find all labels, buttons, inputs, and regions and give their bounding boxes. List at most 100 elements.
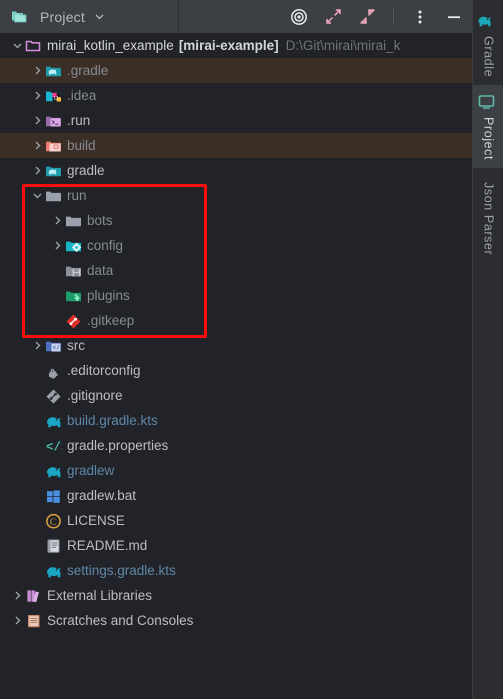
tree-item-label: gradlew.bat	[67, 488, 137, 503]
tree-item-label: bots	[87, 213, 113, 228]
git-file-grey-icon	[44, 383, 62, 408]
collapsed-arrow-icon[interactable]	[30, 133, 44, 158]
project-folder-icon	[24, 33, 42, 58]
tree-row-project-root[interactable]: mirai_kotlin_example [mirai-example] D:\…	[0, 33, 472, 58]
expand-all-icon[interactable]	[323, 7, 343, 27]
stripe-tab-json-parser[interactable]: Json Parser	[473, 168, 503, 263]
tree-row-src[interactable]: </> src	[0, 333, 472, 358]
collapsed-arrow-icon[interactable]	[30, 158, 44, 183]
tree-item-label: .gradle	[67, 63, 109, 78]
tree-item-label: README.md	[67, 538, 148, 553]
tree-row-gradle[interactable]: .gradle	[0, 58, 472, 83]
folder-source-icon: </>	[44, 333, 62, 358]
project-tree[interactable]: mirai_kotlin_example [mirai-example] D:\…	[0, 33, 472, 699]
collapsed-arrow-icon[interactable]	[30, 333, 44, 358]
tree-row-idea[interactable]: IJ .idea	[0, 83, 472, 108]
svg-text:</>: </>	[46, 440, 62, 453]
tree-item-label: .idea	[67, 88, 97, 103]
folder-data-icon	[64, 258, 82, 283]
license-icon: C	[44, 508, 62, 533]
tree-item-label: Scratches and Consoles	[47, 613, 194, 628]
folder-build-icon	[44, 133, 62, 158]
tree-row-plugins[interactable]: plugins	[0, 283, 472, 308]
tree-item-label: build	[67, 138, 96, 153]
stripe-tab-project[interactable]: Project	[473, 85, 503, 169]
editorconfig-icon	[44, 358, 62, 383]
collapse-all-icon[interactable]	[357, 7, 377, 27]
collapsed-arrow-icon[interactable]	[30, 58, 44, 83]
expanded-arrow-icon[interactable]	[10, 33, 24, 58]
tree-row-build[interactable]: build	[0, 133, 472, 158]
root-module-name: [mirai-example]	[178, 38, 279, 53]
folder-config-icon	[64, 233, 82, 258]
collapsed-arrow-icon[interactable]	[30, 108, 44, 133]
collapsed-arrow-icon[interactable]	[10, 608, 24, 633]
tree-item-label: LICENSE	[67, 513, 125, 528]
root-project-name: mirai_kotlin_example	[47, 38, 174, 53]
tree-item-label: plugins	[87, 288, 130, 303]
tree-row-gitignore[interactable]: .gitignore	[0, 383, 472, 408]
tree-row-editorconfig[interactable]: .editorconfig	[0, 358, 472, 383]
tree-row-license[interactable]: C LICENSE	[0, 508, 472, 533]
tree-row-readme-md[interactable]: README.md	[0, 533, 472, 558]
project-folder-icon	[10, 4, 28, 29]
tree-row-gitkeep[interactable]: .gitkeep	[0, 308, 472, 333]
gradle-script-icon	[44, 408, 62, 433]
tree-item-label: .editorconfig	[67, 363, 141, 378]
tree-row-settings-gradle-kts[interactable]: settings.gradle.kts	[0, 558, 472, 583]
expanded-arrow-icon[interactable]	[30, 183, 44, 208]
scratches-icon	[24, 608, 42, 633]
svg-text:C: C	[49, 517, 55, 527]
properties-icon: </>	[44, 433, 62, 458]
hide-icon[interactable]	[444, 7, 464, 27]
tree-row-run[interactable]: .run	[0, 108, 472, 133]
tree-row-run[interactable]: run	[0, 183, 472, 208]
svg-text:</>: </>	[52, 344, 61, 351]
collapsed-arrow-icon[interactable]	[30, 83, 44, 108]
collapsed-arrow-icon[interactable]	[10, 583, 24, 608]
stripe-tab-label: Json Parser	[481, 182, 496, 256]
tree-row-gradle[interactable]: gradle	[0, 158, 472, 183]
tree-row-gradle-properties[interactable]: </> gradle.properties	[0, 433, 472, 458]
folder-run-icon	[44, 108, 62, 133]
stripe-tab-gradle[interactable]: Gradle	[473, 4, 503, 85]
collapsed-arrow-icon[interactable]	[50, 208, 64, 233]
tree-item-label: src	[67, 338, 85, 353]
more-options-icon[interactable]	[410, 7, 430, 27]
tool-window-title: Project	[40, 8, 85, 25]
tree-item-label: build.gradle.kts	[67, 413, 158, 428]
toolbar-separator	[393, 8, 394, 25]
tree-item-label: .run	[67, 113, 91, 128]
tree-row-gradlew[interactable]: gradlew	[0, 458, 472, 483]
folder-plain-icon	[44, 183, 62, 208]
tree-row-build-gradle-kts[interactable]: build.gradle.kts	[0, 408, 472, 433]
tree-row-scratches-and-consoles[interactable]: Scratches and Consoles	[0, 608, 472, 633]
tree-item-label: run	[67, 188, 87, 203]
folder-gradle-icon	[44, 58, 62, 83]
tree-item-label: config	[87, 238, 124, 253]
tree-row-gradlew-bat[interactable]: gradlew.bat	[0, 483, 472, 508]
gradle-elephant-icon	[477, 12, 495, 30]
tree-item-label: .gitignore	[67, 388, 123, 403]
svg-text:IJ: IJ	[54, 95, 58, 101]
project-tool-window-selector[interactable]: Project	[0, 0, 178, 33]
readme-icon	[44, 533, 62, 558]
external-libraries-icon	[24, 583, 42, 608]
stripe-tab-label: Gradle	[481, 36, 496, 78]
select-opened-file-icon[interactable]	[289, 7, 309, 27]
folder-plugins-icon	[64, 283, 82, 308]
right-tool-window-stripe: Gradle Project Json Parser	[472, 0, 503, 699]
toolbar-actions	[179, 0, 472, 33]
folder-plain-icon	[64, 208, 82, 233]
tree-row-bots[interactable]: bots	[0, 208, 472, 233]
project-monitor-icon	[477, 93, 495, 111]
gradle-script-icon	[44, 558, 62, 583]
project-toolbar: Project	[0, 0, 472, 33]
tree-row-data[interactable]: data	[0, 258, 472, 283]
tree-row-config[interactable]: config	[0, 233, 472, 258]
chevron-down-icon[interactable]	[94, 11, 105, 22]
collapsed-arrow-icon[interactable]	[50, 233, 64, 258]
root-project-path: D:\Git\mirai\mirai_k	[285, 38, 401, 53]
tree-item-label: .gitkeep	[87, 313, 135, 328]
tree-row-external-libraries[interactable]: External Libraries	[0, 583, 472, 608]
